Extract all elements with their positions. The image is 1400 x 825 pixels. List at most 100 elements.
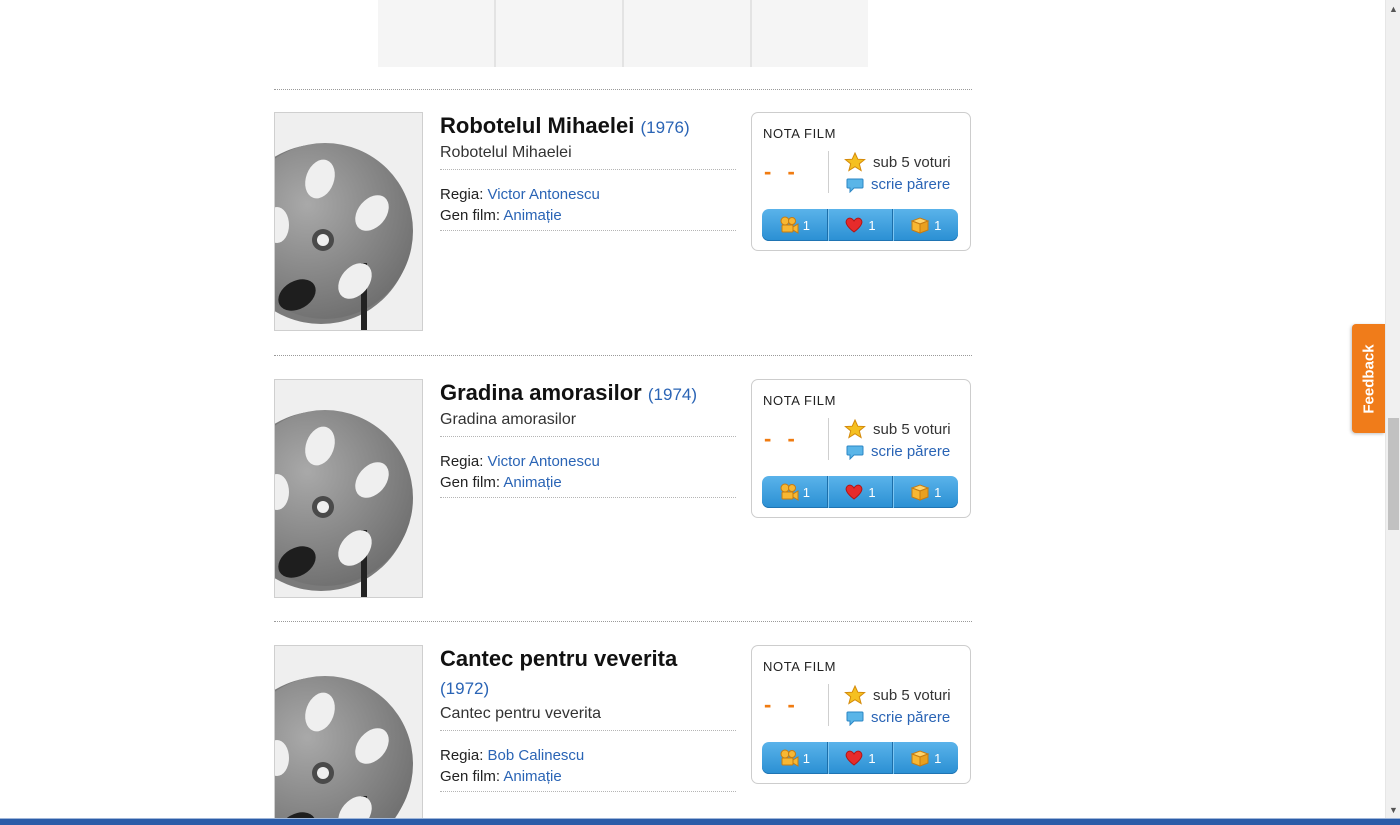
scroll-up-arrow-icon[interactable]: ▲ (1386, 0, 1400, 17)
votes-info: sub 5 voturi (844, 685, 951, 705)
rating-score: - - (764, 426, 800, 451)
movie-year-link[interactable]: (1974) (648, 385, 697, 404)
seen-button[interactable]: 1 (762, 476, 828, 508)
movie-original-title: Robotelul Mihaelei (440, 144, 572, 161)
votes-text: sub 5 voturi (873, 686, 951, 704)
votes-info: sub 5 voturi (844, 152, 951, 172)
movie-item: Cantec pentru veverita (1972) Cantec pen… (274, 645, 972, 818)
feedback-label[interactable]: Feedback (1360, 344, 1377, 413)
movie-title-link[interactable]: Gradina amorasilor (440, 380, 642, 405)
rating-score: - - (764, 159, 800, 184)
star-icon (844, 419, 866, 439)
table-cell (378, 0, 496, 67)
comment-icon (846, 178, 864, 193)
film-reel-icon (275, 113, 422, 330)
action-buttons: 1 1 1 (762, 476, 958, 508)
film-reel-icon (275, 380, 422, 597)
favorite-button[interactable]: 1 (828, 209, 894, 241)
genre-link[interactable]: Animație (503, 207, 561, 224)
votes-text: sub 5 voturi (873, 153, 951, 171)
write-opinion-link[interactable]: scrie părere (846, 443, 950, 460)
dotted-separator (274, 621, 972, 622)
director-label: Regia: (440, 747, 484, 764)
seen-count: 1 (802, 750, 810, 766)
write-opinion-link[interactable]: scrie părere (846, 709, 950, 726)
favorite-count: 1 (868, 750, 876, 766)
box-icon (910, 750, 930, 767)
movie-meta: Regia: Victor Antonescu Gen film: Animaț… (440, 451, 736, 493)
movie-title-line: Gradina amorasilor (1974) (440, 379, 736, 409)
director-link[interactable]: Bob Calinescu (488, 747, 585, 764)
previous-table-strip (378, 0, 868, 67)
genre-label: Gen film: (440, 768, 501, 785)
movie-title-link[interactable]: Robotelul Mihaelei (440, 113, 634, 138)
vertical-scrollbar[interactable]: ▲ ▼ (1385, 0, 1400, 818)
dotted-divider (440, 730, 736, 731)
movie-year-link[interactable]: (1972) (440, 679, 489, 698)
collection-button[interactable]: 1 (893, 476, 958, 508)
table-cell (496, 0, 624, 67)
write-opinion-label[interactable]: scrie părere (871, 176, 950, 193)
seen-count: 1 (802, 484, 810, 500)
favorite-button[interactable]: 1 (828, 742, 894, 774)
favorite-count: 1 (868, 217, 876, 233)
favorite-button[interactable]: 1 (828, 476, 894, 508)
movie-title-link[interactable]: Cantec pentru veverita (440, 646, 677, 671)
rating-box: NOTA FILM - - sub 5 voturi scrie părere … (751, 645, 971, 784)
movie-poster-placeholder[interactable] (274, 379, 423, 598)
genre-label: Gen film: (440, 207, 501, 224)
scrollbar-thumb[interactable] (1388, 418, 1399, 530)
collection-button[interactable]: 1 (893, 209, 958, 241)
movie-item: Robotelul Mihaelei (1976) Robotelul Miha… (274, 112, 972, 352)
write-opinion-link[interactable]: scrie părere (846, 176, 950, 193)
collection-button[interactable]: 1 (893, 742, 958, 774)
rating-divider (828, 151, 829, 193)
box-icon (910, 484, 930, 501)
dotted-divider (440, 791, 736, 792)
dotted-divider (440, 230, 736, 231)
director-link[interactable]: Victor Antonescu (488, 186, 600, 203)
movie-poster-placeholder[interactable] (274, 645, 423, 818)
director-label: Regia: (440, 186, 484, 203)
votes-text: sub 5 voturi (873, 420, 951, 438)
box-icon (910, 217, 930, 234)
dotted-separator (274, 89, 972, 90)
seen-button[interactable]: 1 (762, 209, 828, 241)
votes-info: sub 5 voturi (844, 419, 951, 439)
heart-icon (846, 217, 863, 233)
feedback-tab[interactable]: Feedback (1352, 324, 1385, 433)
collection-count: 1 (934, 750, 942, 766)
dotted-divider (440, 436, 736, 437)
genre-link[interactable]: Animație (503, 768, 561, 785)
collection-count: 1 (934, 484, 942, 500)
table-cell (752, 0, 868, 67)
write-opinion-label[interactable]: scrie părere (871, 709, 950, 726)
movie-year-link[interactable]: (1976) (640, 118, 689, 137)
rating-box: NOTA FILM - - sub 5 voturi scrie părere … (751, 379, 971, 518)
movie-item: Gradina amorasilor (1974) Gradina amoras… (274, 379, 972, 619)
dotted-divider (440, 497, 736, 498)
heart-icon (846, 484, 863, 500)
dotted-separator (274, 355, 972, 356)
dotted-divider (440, 169, 736, 170)
rating-label: NOTA FILM (763, 126, 837, 141)
director-label: Regia: (440, 453, 484, 470)
genre-link[interactable]: Animație (503, 474, 561, 491)
genre-label: Gen film: (440, 474, 501, 491)
table-cell (624, 0, 752, 67)
film-reel-icon (275, 646, 422, 818)
movie-info: Gradina amorasilor (1974) Gradina amoras… (440, 379, 736, 498)
scroll-down-arrow-icon[interactable]: ▼ (1386, 801, 1400, 818)
movie-info: Cantec pentru veverita (1972) Cantec pen… (440, 645, 736, 792)
rating-label: NOTA FILM (763, 659, 837, 674)
write-opinion-label[interactable]: scrie părere (871, 443, 950, 460)
movie-original-title: Gradina amorasilor (440, 411, 577, 428)
movie-poster-placeholder[interactable] (274, 112, 423, 331)
seen-button[interactable]: 1 (762, 742, 828, 774)
action-buttons: 1 1 1 (762, 742, 958, 774)
film-camera-icon (780, 216, 799, 234)
director-link[interactable]: Victor Antonescu (488, 453, 600, 470)
star-icon (844, 152, 866, 172)
comment-icon (846, 711, 864, 726)
rating-label: NOTA FILM (763, 393, 837, 408)
